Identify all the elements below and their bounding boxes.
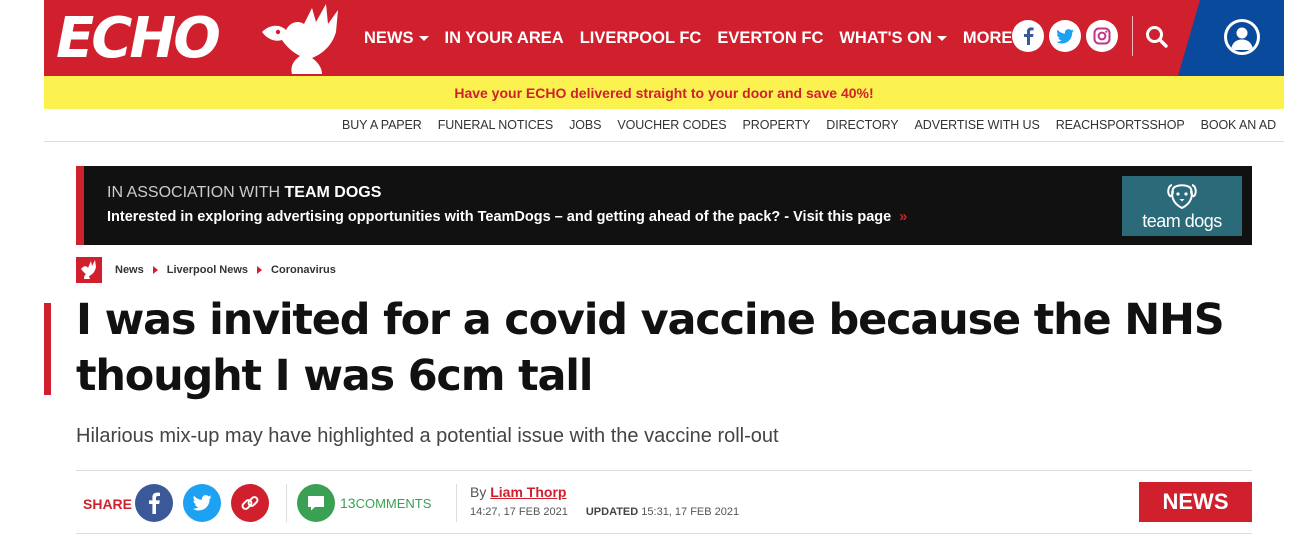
nav-liverpool-fc-label: LIVERPOOL FC	[579, 28, 702, 47]
echo-logo[interactable]: ECHO	[56, 4, 338, 74]
utility-link-book-an-ad[interactable]: BOOK AN AD	[1201, 118, 1277, 132]
breadcrumb-news[interactable]: News	[115, 264, 144, 276]
nav-liverpool-fc[interactable]: LIVERPOOL FC	[580, 29, 702, 48]
user-account-icon[interactable]	[1224, 19, 1260, 55]
timestamps: 14:27, 17 FEB 2021 UPDATED 15:31, 17 FEB …	[470, 506, 739, 518]
share-divider	[286, 484, 287, 522]
sponsor-message: Interested in exploring advertising oppo…	[107, 209, 892, 225]
divider-top	[76, 470, 1252, 471]
comments-count: 13	[340, 495, 356, 511]
breadcrumb-liverpool-news[interactable]: Liverpool News	[167, 264, 248, 276]
utility-nav: BUY A PAPER FUNERAL NOTICES JOBS VOUCHER…	[44, 109, 1284, 142]
instagram-icon[interactable]	[1086, 20, 1118, 52]
header-divider	[1132, 16, 1133, 56]
author-link[interactable]: Liam Thorp	[490, 484, 566, 500]
link-icon	[241, 496, 259, 510]
utility-link-advertise[interactable]: ADVERTISE WITH US	[915, 118, 1040, 132]
breadcrumb-separator-icon	[257, 266, 263, 274]
speech-bubble-icon	[308, 496, 324, 511]
dog-face-icon	[1167, 183, 1197, 209]
comments-button[interactable]	[297, 484, 335, 522]
share-facebook-button[interactable]	[135, 484, 173, 522]
subscription-promo-link[interactable]: Have your ECHO delivered straight to you…	[44, 76, 1284, 109]
nav-in-your-area-label: IN YOUR AREA	[444, 28, 564, 47]
facebook-icon[interactable]	[1012, 20, 1044, 52]
facebook-icon	[149, 492, 160, 514]
updated-time: 15:31, 17 FEB 2021	[641, 506, 740, 518]
chevron-down-icon	[418, 35, 429, 41]
utility-link-reachsportsshop[interactable]: REACHSPORTSSHOP	[1056, 118, 1185, 132]
share-label: SHARE	[83, 496, 133, 512]
chevron-down-icon	[936, 35, 947, 41]
main-nav: NEWS IN YOUR AREA LIVERPOOL FC EVERTON F…	[364, 0, 1043, 76]
nav-everton-fc-label: EVERTON FC	[717, 28, 824, 47]
utility-link-directory[interactable]: DIRECTORY	[826, 118, 898, 132]
nav-news-label: NEWS	[364, 28, 414, 47]
utility-link-property[interactable]: PROPERTY	[743, 118, 811, 132]
echo-mini-logo-icon[interactable]	[76, 257, 102, 283]
sponsor-partner: TEAM DOGS	[284, 184, 382, 201]
byline-by: By	[470, 484, 487, 500]
sponsor-prefix: IN ASSOCIATION WITH	[107, 184, 281, 201]
comments-label: COMMENTS	[355, 496, 432, 511]
section-badge[interactable]: NEWS	[1139, 482, 1252, 522]
utility-link-jobs[interactable]: JOBS	[569, 118, 601, 132]
nav-in-your-area[interactable]: IN YOUR AREA	[445, 29, 564, 48]
sponsor-heading: IN ASSOCIATION WITH TEAM DOGS	[107, 184, 381, 202]
liver-bird-icon	[262, 4, 338, 74]
site-header: ECHO NEWS IN YOUR AREA LIVERPOOL FC EVER…	[44, 0, 1284, 76]
comments-link[interactable]: 13COMMENTS	[340, 495, 431, 511]
nav-everton-fc[interactable]: EVERTON FC	[717, 29, 823, 48]
updated-label: UPDATED	[585, 506, 639, 518]
logo-text: ECHO	[56, 6, 221, 71]
utility-link-voucher-codes[interactable]: VOUCHER CODES	[617, 118, 726, 132]
nav-news[interactable]: NEWS	[364, 29, 429, 48]
published-time: 14:27, 17 FEB 2021	[470, 506, 568, 518]
twitter-icon[interactable]	[1049, 20, 1081, 52]
nav-whats-on-label: WHAT'S ON	[839, 28, 932, 47]
team-dogs-logo[interactable]: team dogs	[1122, 176, 1242, 236]
search-icon[interactable]	[1144, 24, 1170, 50]
article-standfirst: Hilarious mix-up may have highlighted a …	[76, 425, 779, 447]
sponsor-message-link[interactable]: Interested in exploring advertising oppo…	[107, 209, 907, 225]
utility-link-buy-a-paper[interactable]: BUY A PAPER	[342, 118, 422, 132]
nav-more-label: MORE	[962, 28, 1013, 47]
double-chevron-right-icon: »	[899, 209, 908, 225]
byline: By Liam Thorp	[470, 484, 566, 500]
breadcrumb-separator-icon	[152, 266, 158, 274]
share-twitter-button[interactable]	[183, 484, 221, 522]
nav-whats-on[interactable]: WHAT'S ON	[839, 29, 947, 48]
team-dogs-label: team dogs	[1142, 210, 1222, 231]
promo-text: Have your ECHO delivered straight to you…	[454, 84, 874, 101]
sponsor-banner[interactable]: IN ASSOCIATION WITH TEAM DOGS Interested…	[76, 166, 1252, 245]
breadcrumb: News Liverpool News Coronavirus	[76, 257, 336, 283]
article-headline: I was invited for a covid vaccine becaus…	[76, 295, 1225, 401]
headline-accent-bar	[44, 303, 51, 395]
twitter-icon	[192, 495, 212, 511]
copy-link-button[interactable]	[231, 484, 269, 522]
byline-divider	[456, 484, 457, 522]
utility-link-funeral-notices[interactable]: FUNERAL NOTICES	[438, 118, 554, 132]
breadcrumb-coronavirus[interactable]: Coronavirus	[271, 264, 336, 276]
divider-bottom	[76, 533, 1252, 534]
